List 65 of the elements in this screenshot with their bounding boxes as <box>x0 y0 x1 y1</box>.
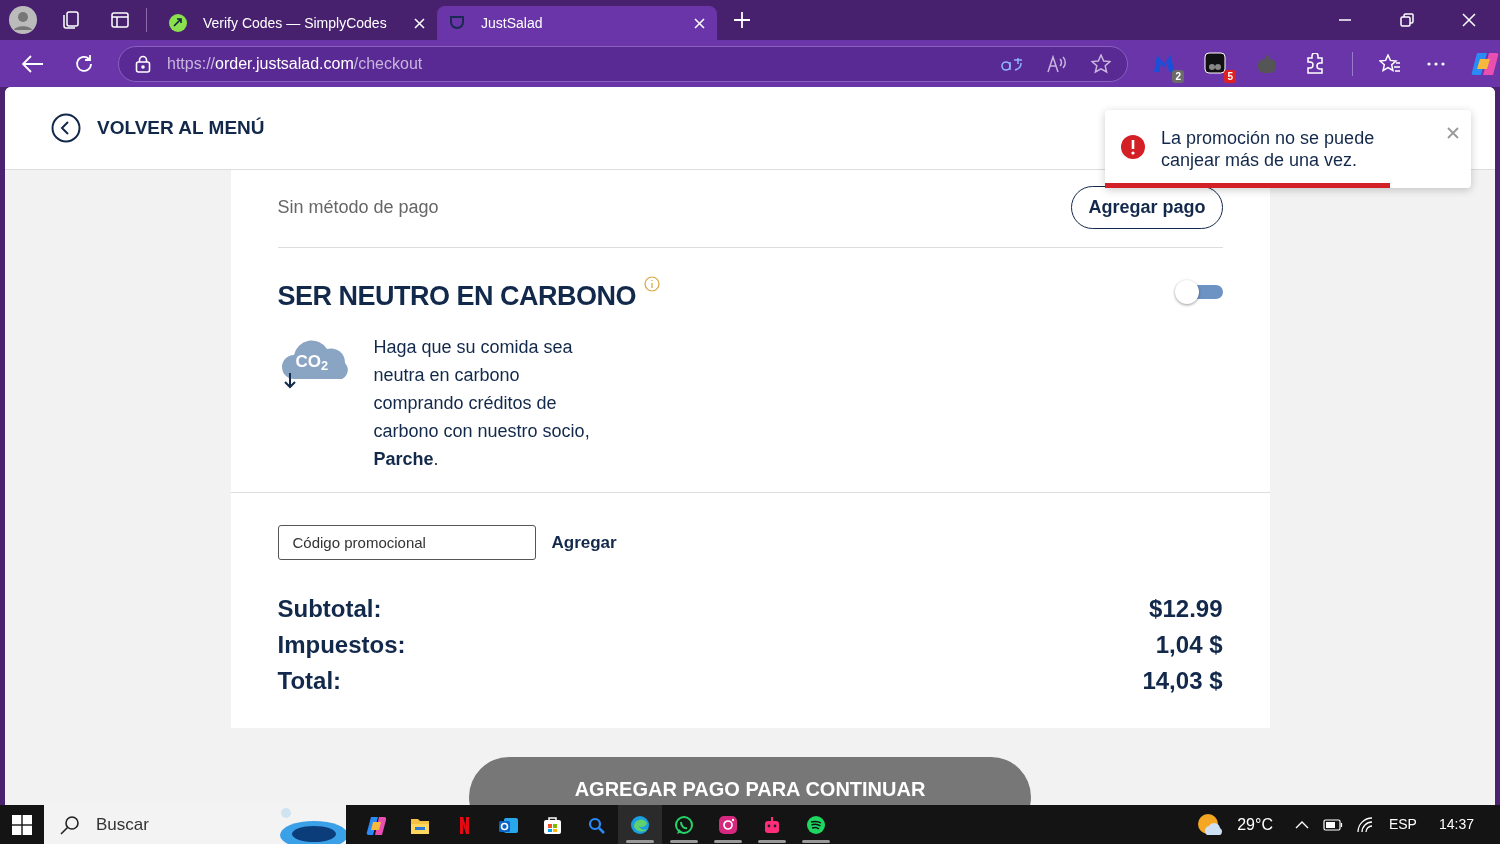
battery-icon[interactable] <box>1322 818 1343 831</box>
url-text: https://order.justsalad.com/checkout <box>167 53 423 74</box>
star-icon[interactable] <box>1091 53 1111 74</box>
error-icon <box>1121 135 1145 159</box>
profile-icon[interactable] <box>8 5 38 35</box>
browser-icon[interactable] <box>630 814 650 835</box>
count-badge: 5 <box>1224 69 1236 83</box>
total-value: 14,03 $ <box>1142 666 1223 696</box>
language-indicator[interactable]: ESP <box>1388 814 1417 835</box>
camera-icon[interactable] <box>718 814 738 835</box>
extension-icon[interactable] <box>1204 52 1226 75</box>
total-value: 1,04 $ <box>1155 630 1223 660</box>
taskbar-search-field[interactable]: Buscar <box>44 805 346 844</box>
tag-logo-icon <box>169 14 187 32</box>
restore-icon[interactable] <box>1400 13 1414 27</box>
add-promo-link[interactable]: Agregar <box>551 529 617 556</box>
favorites-icon[interactable] <box>1379 53 1401 74</box>
store-icon[interactable] <box>542 814 562 835</box>
search-placeholder: Buscar <box>96 813 149 836</box>
extensions-icon[interactable] <box>1304 52 1326 75</box>
lock-icon[interactable] <box>135 54 151 73</box>
wifi-icon[interactable] <box>1356 816 1375 833</box>
temperature-text: 29°C <box>1237 814 1273 835</box>
tab-actions-icon[interactable] <box>110 10 130 30</box>
chat-icon[interactable] <box>674 814 694 835</box>
search-icon <box>60 814 80 835</box>
count-badge: 2 <box>1172 69 1184 83</box>
copilot-icon[interactable] <box>1471 50 1499 77</box>
back-icon[interactable] <box>22 54 44 73</box>
weather-icon <box>1197 812 1224 837</box>
total-label: Total: <box>277 666 342 696</box>
payment-method-text: Sin método de pago <box>277 196 439 219</box>
shield-logo-icon <box>449 15 465 31</box>
promo-code-field[interactable]: Código promocional <box>277 525 536 560</box>
continue-button[interactable]: AGREGAR PAGO PARA CONTINUAR <box>469 757 1031 805</box>
total-label: Impuestos: <box>277 630 406 660</box>
carbon-description: Haga que su comida sea neutra en carbono comprando créditos de carbono con nuestro socio, Parche. <box>373 335 591 471</box>
total-label: Subtotal: <box>277 594 382 624</box>
co2-label: CO$_{2}$ <box>295 350 329 374</box>
back-circle-icon[interactable] <box>51 113 81 143</box>
toast-message: La promoción no se puede canjear más de una vez. <box>1161 127 1376 171</box>
tab-title: JustSalad <box>481 13 543 33</box>
tab-title: Verify Codes — SimplyCodes <box>203 13 387 33</box>
translate-icon[interactable] <box>1001 55 1023 72</box>
browser-tab[interactable]: JustSalad <box>437 6 717 40</box>
collections-icon[interactable] <box>60 9 82 31</box>
tab-close-icon[interactable] <box>414 17 425 29</box>
tab-close-icon[interactable] <box>694 17 705 29</box>
carbon-toggle[interactable] <box>1174 280 1223 304</box>
total-value: $12.99 <box>1149 594 1223 624</box>
section-title: SER NEUTRO EN CARBONO <box>277 280 637 313</box>
chevron-up-icon[interactable] <box>1294 820 1309 829</box>
address-bar[interactable]: https://order.justsalad.com/checkout <box>118 45 1128 82</box>
read-aloud-icon[interactable] <box>1047 54 1067 73</box>
robot-icon[interactable] <box>762 814 782 835</box>
copilot-icon[interactable] <box>366 814 386 835</box>
windows-icon[interactable] <box>12 814 32 835</box>
back-to-menu-link[interactable]: VOLVER AL MENÚ <box>97 113 265 143</box>
browser-tab[interactable]: Verify Codes — SimplyCodes <box>157 6 437 40</box>
more-icon[interactable] <box>1427 60 1445 67</box>
clock-text[interactable]: 14:37 <box>1438 814 1474 835</box>
new-tab-icon[interactable] <box>733 11 751 29</box>
add-payment-button[interactable]: Agregar pago <box>1071 186 1223 229</box>
music-icon[interactable] <box>806 814 826 835</box>
refresh-icon[interactable] <box>74 53 94 74</box>
